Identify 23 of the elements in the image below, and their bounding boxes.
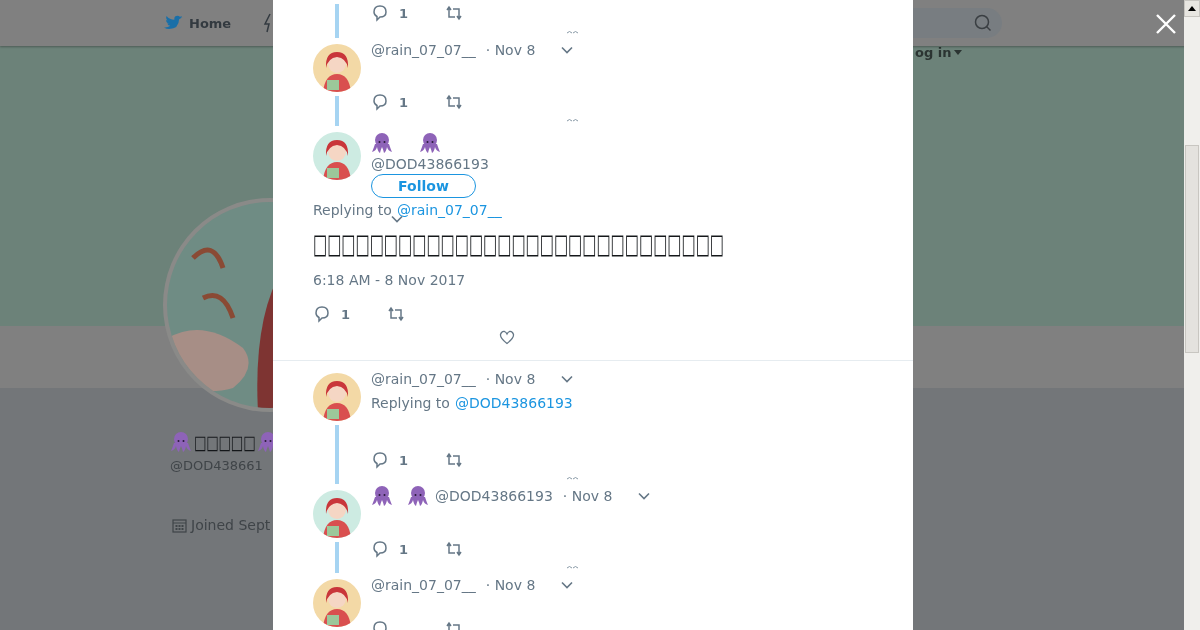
reply-count: 1 bbox=[399, 5, 410, 21]
tweet-timestamp: 6:18 AM - 8 Nov 2017 bbox=[313, 271, 467, 290]
tweet-date[interactable]: · Nov 8 bbox=[485, 577, 536, 593]
reply-count: 1 bbox=[399, 452, 410, 468]
user-handle[interactable]: @DOD43866193 bbox=[435, 488, 553, 504]
tweet-text: □□□□□□□□□□□□□□□□□□□□□□□□□□□□□ bbox=[313, 226, 724, 262]
user-handle[interactable]: @rain_07_07__ bbox=[371, 371, 476, 387]
profile-name: □□□□□ bbox=[194, 430, 256, 454]
log-in-menu[interactable]: og in bbox=[915, 45, 963, 59]
tweet-date[interactable]: · Nov 8 bbox=[485, 42, 536, 58]
replying-label: Replying to bbox=[371, 395, 450, 411]
reply-count: 1 bbox=[399, 541, 410, 557]
home-link[interactable]: Home bbox=[163, 14, 232, 32]
reply-count: 1 bbox=[399, 94, 410, 110]
mention-link[interactable]: @DOD43866193 bbox=[454, 395, 573, 411]
reply-count: 1 bbox=[341, 306, 352, 322]
tweet-date[interactable]: · Nov 8 bbox=[485, 371, 536, 387]
replying-label: Replying to bbox=[313, 202, 392, 218]
mention-link[interactable]: @rain_07_07__ bbox=[396, 202, 502, 218]
user-handle[interactable]: @rain_07_07__ bbox=[371, 577, 476, 593]
user-handle[interactable]: @rain_07_07__ bbox=[371, 42, 476, 58]
user-handle[interactable]: @DOD43866193 bbox=[371, 156, 489, 172]
tweet-date[interactable]: · Nov 8 bbox=[562, 488, 613, 504]
